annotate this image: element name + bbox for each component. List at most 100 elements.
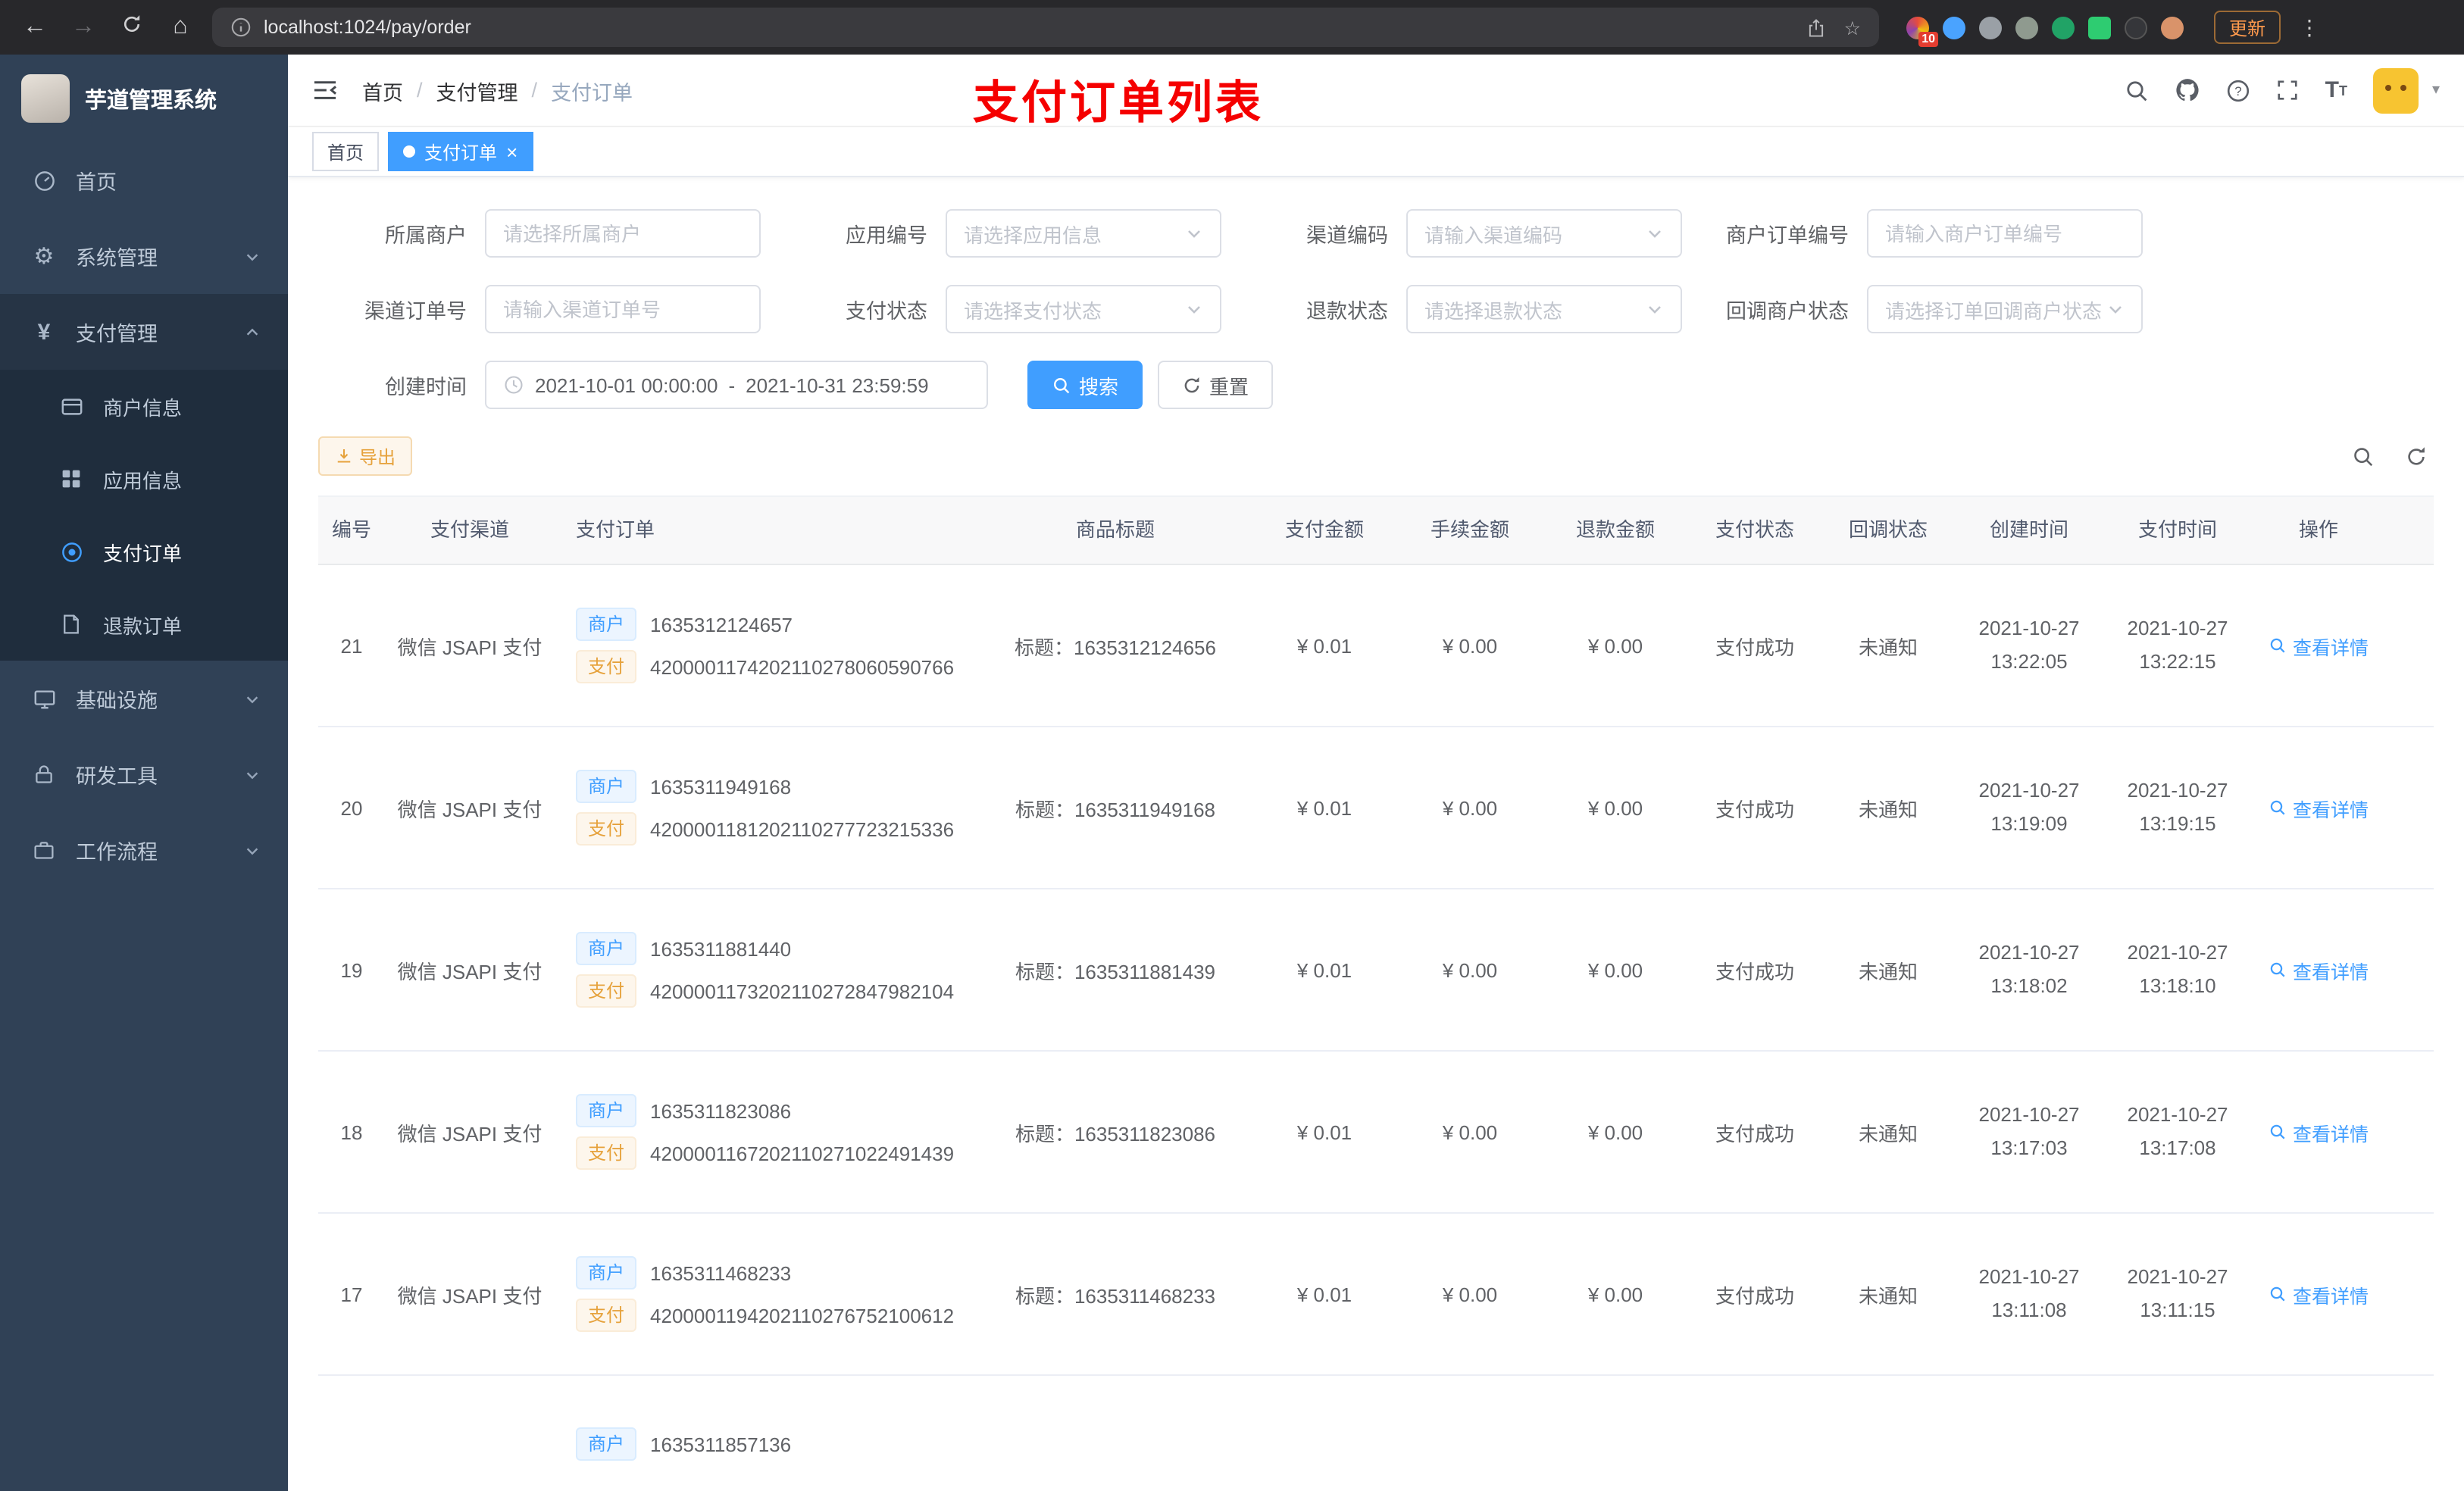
bookmark-star-icon[interactable]: ☆: [1844, 16, 1861, 39]
view-detail-link[interactable]: 查看详情: [2269, 793, 2369, 822]
create-clock: 13:11:08: [1991, 1299, 2067, 1322]
sidebar-item-workflow[interactable]: 工作流程: [0, 812, 288, 888]
extension-icon[interactable]: [2161, 16, 2184, 39]
filter-label: 创建时间: [385, 376, 467, 399]
extension-icon[interactable]: [2125, 16, 2147, 39]
merchant-order-no: 1635311823086: [650, 1099, 792, 1123]
channel-pay-no: 4200001173202110272847982104: [650, 980, 955, 1003]
merchant-order-no: 1635311881440: [650, 937, 792, 961]
view-detail-link[interactable]: 查看详情: [2269, 631, 2369, 660]
create-time-range-picker[interactable]: 2021-10-01 00:00:00 - 2021-10-31 23:59:5…: [485, 361, 988, 409]
select-placeholder: 请选择退款状态: [1424, 299, 1563, 322]
share-icon[interactable]: [1806, 17, 1826, 37]
tags-view-bar: 首页 支付订单 ×: [288, 127, 2464, 177]
pay-channel: 微信 JSAPI 支付: [397, 1122, 543, 1146]
browser-back-button[interactable]: ←: [18, 14, 52, 41]
sidebar-item-payment[interactable]: ¥ 支付管理: [0, 294, 288, 370]
view-detail-link[interactable]: 查看详情: [2269, 955, 2369, 984]
site-info-icon[interactable]: [230, 17, 252, 38]
col-header-create-time: 创建时间: [1989, 518, 2068, 541]
app-logo[interactable]: 芋道管理系统: [0, 55, 288, 142]
lock-icon: [27, 764, 61, 785]
merchant-order-no-input[interactable]: [1867, 209, 2143, 258]
filter-channel-code: 渠道编码 请输入渠道编码: [1240, 209, 1682, 258]
refresh-icon[interactable]: [2405, 445, 2428, 467]
extension-icon[interactable]: 10: [1906, 16, 1938, 46]
channel-pay-no: 4200001167202110271022491439: [650, 1142, 955, 1165]
col-header-notify: 回调状态: [1848, 518, 1928, 541]
sidebar-item-home[interactable]: 首页: [0, 142, 288, 218]
extension-icon[interactable]: [2088, 16, 2111, 39]
app-id-select[interactable]: 请选择应用信息: [946, 209, 1221, 258]
chevron-down-icon: [244, 766, 261, 783]
filter-channel-order-no: 渠道订单号: [318, 285, 761, 333]
sidebar-item-dev-tools[interactable]: 研发工具: [0, 736, 288, 812]
breadcrumb-payment[interactable]: 支付管理: [436, 75, 518, 105]
pay-clock: 13:22:15: [2139, 650, 2216, 674]
channel-pay-no: 4200001174202110278060590766: [650, 655, 955, 679]
merchant-tag: 商户: [576, 932, 637, 966]
grid-icon: [55, 468, 88, 489]
extension-icon[interactable]: [1943, 16, 1965, 39]
merchant-input[interactable]: [485, 209, 761, 258]
breadcrumb-home[interactable]: 首页: [362, 75, 403, 105]
notify-status-select[interactable]: 请选择订单回调商户状态: [1867, 285, 2143, 333]
filter-label: 所属商户: [385, 224, 467, 247]
target-icon: [55, 540, 88, 563]
sidebar-item-system[interactable]: ⚙ 系统管理: [0, 218, 288, 294]
close-icon[interactable]: ×: [506, 142, 518, 161]
fee-amount: ¥ 0.00: [1442, 634, 1498, 658]
address-bar[interactable]: localhost:1024/pay/order ☆: [212, 8, 1879, 47]
view-detail-link[interactable]: 查看详情: [2269, 1280, 2369, 1308]
channel-code-select[interactable]: 请输入渠道编码: [1406, 209, 1682, 258]
goods-title: 标题：1635311881439: [1015, 960, 1216, 983]
tab-home[interactable]: 首页: [312, 132, 380, 171]
browser-home-button[interactable]: ⌂: [164, 14, 197, 41]
sidebar-item-label: 退款订单: [103, 614, 183, 637]
browser-update-button[interactable]: 更新: [2214, 11, 2281, 44]
table-row: 17 微信 JSAPI 支付 商户 1635311468233 支付 4200001…: [318, 1214, 2434, 1377]
github-icon[interactable]: [2175, 77, 2201, 103]
sidebar-item-merchant-info[interactable]: 商户信息: [0, 370, 288, 442]
pay-order-cell: 商户 1635311857136: [555, 1412, 979, 1476]
fullscreen-icon[interactable]: [2277, 79, 2300, 102]
user-avatar[interactable]: [2372, 67, 2419, 113]
channel-order-no-input[interactable]: [485, 285, 761, 333]
orders-table: 编号 支付渠道 支付订单 商品标题 支付金额 手续金额 退款金额 支付状态 回调…: [318, 495, 2434, 1491]
help-icon[interactable]: ?: [2227, 78, 2251, 102]
toggle-search-icon[interactable]: [2352, 445, 2375, 467]
sidebar-item-refund-order[interactable]: 退款订单: [0, 588, 288, 661]
extension-icon[interactable]: [1979, 16, 2002, 39]
table-toolbar: 导出: [318, 436, 2434, 476]
reset-button[interactable]: 重置: [1158, 361, 1274, 409]
tab-pay-order[interactable]: 支付订单 ×: [388, 132, 533, 171]
sidebar-item-infrastructure[interactable]: 基础设施: [0, 661, 288, 736]
extension-icon[interactable]: [2015, 16, 2038, 39]
sidebar-item-pay-order[interactable]: 支付订单: [0, 515, 288, 588]
font-size-icon[interactable]: TT: [2325, 77, 2347, 103]
browser-menu-icon[interactable]: ⋮: [2299, 14, 2320, 40]
caret-down-icon[interactable]: ▾: [2432, 82, 2440, 98]
table-row: 21 微信 JSAPI 支付 商户 1635312124657 支付 4200001…: [318, 565, 2434, 728]
chevron-down-icon: [1185, 224, 1203, 242]
pay-tag: 支付: [576, 650, 637, 684]
search-icon[interactable]: [2125, 78, 2150, 102]
sidebar-item-app-info[interactable]: 应用信息: [0, 442, 288, 515]
filter-label: 回调商户状态: [1726, 300, 1849, 323]
pay-time: 2021-10-27 13:17:08: [2103, 1092, 2252, 1171]
extension-icon[interactable]: [2052, 16, 2075, 39]
search-button[interactable]: 搜索: [1027, 361, 1143, 409]
view-detail-link[interactable]: 查看详情: [2269, 1117, 2369, 1146]
pay-amount: ¥ 0.01: [1296, 634, 1352, 658]
dashboard-icon: [27, 169, 61, 192]
document-icon: [55, 614, 88, 635]
sidebar-fold-icon[interactable]: [312, 79, 338, 102]
refund-status-select[interactable]: 请选择退款状态: [1406, 285, 1682, 333]
pay-status-select[interactable]: 请选择支付状态: [946, 285, 1221, 333]
export-button[interactable]: 导出: [318, 436, 413, 476]
pay-order-cell: 商户 1635311823086 支付 4200001167202110271022…: [555, 1079, 979, 1185]
browser-reload-button[interactable]: [115, 13, 149, 42]
app-logo-image: [21, 74, 70, 123]
pay-time: 2021-10-27 13:22:15: [2103, 606, 2252, 685]
browser-forward-button[interactable]: →: [67, 14, 100, 41]
